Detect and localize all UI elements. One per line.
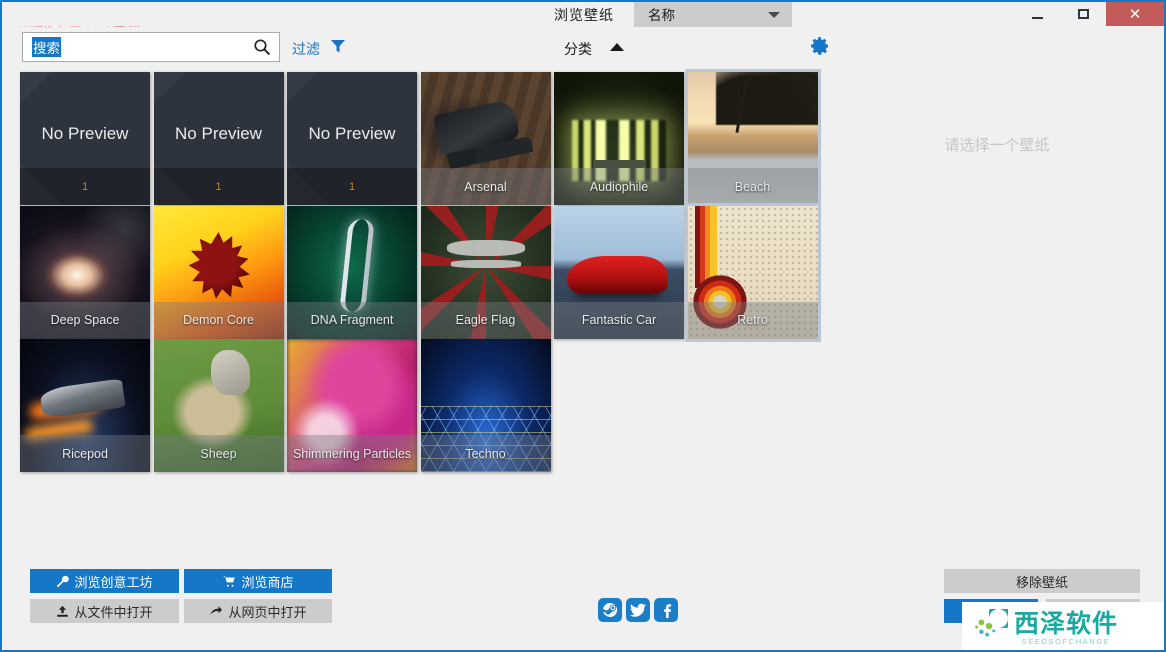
wallpaper-tile-caption: Sheep xyxy=(154,435,284,472)
wallpaper-tile[interactable]: No Preview 1 xyxy=(20,72,150,205)
search-icon[interactable] xyxy=(253,38,271,56)
wallpaper-tile-caption: Arsenal xyxy=(421,168,551,205)
wallpaper-tile[interactable]: No Preview 1 xyxy=(287,72,417,205)
no-preview-label: No Preview xyxy=(154,124,284,144)
social-links xyxy=(598,598,678,622)
filter-link[interactable]: 过滤 xyxy=(292,39,320,59)
wallpaper-tile-caption: 1 xyxy=(20,168,150,205)
browse-store-button[interactable]: 浏览商店 xyxy=(184,569,332,593)
title-bar: 浏览壁纸 ✕ xyxy=(2,2,1164,26)
wallpaper-tile[interactable]: Shimmering Particles xyxy=(287,339,417,472)
wallpaper-tile[interactable]: Retro xyxy=(688,206,818,339)
open-from-file-button[interactable]: 从文件中打开 xyxy=(30,599,179,623)
browse-workshop-label: 浏览创意工坊 xyxy=(74,572,152,591)
wallpaper-tile-caption: DNA Fragment xyxy=(287,302,417,339)
wallpaper-tile[interactable]: Beach xyxy=(688,72,818,205)
window-controls: ✕ xyxy=(1014,2,1164,26)
cart-icon xyxy=(222,575,236,588)
wallpaper-tile[interactable]: Eagle Flag xyxy=(421,206,551,339)
wallpaper-tile[interactable]: Ricepod xyxy=(20,339,150,472)
browse-workshop-button[interactable]: 浏览创意工坊 xyxy=(30,569,179,593)
search-input[interactable]: 搜索 xyxy=(22,32,280,62)
toolbar: 搜索 过滤 分类 名称 xyxy=(2,30,1164,66)
maximize-button[interactable] xyxy=(1060,2,1106,26)
wallpaper-tile-caption: 1 xyxy=(154,168,284,205)
sort-ascending-arrow[interactable] xyxy=(610,43,624,51)
wallpaper-engine-window: ✔Steam 不可用。 从缓存中载入 0 个壁纸。 浏览壁纸 ✕ 搜索 过滤 分… xyxy=(0,0,1166,652)
remove-wallpaper-button[interactable]: 移除壁纸 xyxy=(944,569,1140,593)
funnel-icon[interactable] xyxy=(330,38,346,54)
wallpaper-tile[interactable]: Demon Core xyxy=(154,206,284,339)
wallpaper-tile[interactable]: Arsenal xyxy=(421,72,551,205)
search-input-value: 搜索 xyxy=(32,37,61,57)
watermark-en: SEEDSOFCHANGE xyxy=(1014,637,1118,646)
open-from-file-label: 从文件中打开 xyxy=(74,602,152,621)
browse-store-label: 浏览商店 xyxy=(241,572,293,591)
wallpaper-tile[interactable]: Audiophile xyxy=(554,72,684,205)
wallpaper-tile-caption: Audiophile xyxy=(554,168,684,205)
steam-icon[interactable] xyxy=(598,598,622,622)
wallpaper-tile-caption: Ricepod xyxy=(20,435,150,472)
wallpaper-tile[interactable]: Techno xyxy=(421,339,551,472)
upload-icon xyxy=(56,605,69,618)
wallpaper-grid: No Preview1No Preview1No Preview1Arsenal… xyxy=(20,72,820,492)
no-preview-label: No Preview xyxy=(20,124,150,144)
open-from-web-label: 从网页中打开 xyxy=(228,602,306,621)
preview-empty-text: 请选择一个壁纸 xyxy=(832,134,1162,155)
minimize-icon xyxy=(1032,17,1043,19)
wallpaper-tile-caption: Retro xyxy=(688,302,818,339)
wallpaper-tile[interactable]: Sheep xyxy=(154,339,284,472)
preview-panel: 请选择一个壁纸 xyxy=(832,72,1162,552)
wallpaper-tile[interactable]: Deep Space xyxy=(20,206,150,339)
arrow-curve-icon xyxy=(209,605,223,618)
sort-field-select[interactable]: 名称 xyxy=(634,1,792,27)
gear-icon[interactable] xyxy=(810,36,830,56)
wallpaper-tile[interactable]: DNA Fragment xyxy=(287,206,417,339)
close-button[interactable]: ✕ xyxy=(1106,2,1164,26)
watermark-overlay: 西泽软件 SEEDSOFCHANGE xyxy=(962,602,1166,652)
minimize-button[interactable] xyxy=(1014,2,1060,26)
wallpaper-tile-caption: Techno xyxy=(421,435,551,472)
wallpaper-tile-caption: Eagle Flag xyxy=(421,302,551,339)
close-icon: ✕ xyxy=(1129,7,1142,22)
facebook-icon[interactable] xyxy=(654,598,678,622)
wallpaper-tile-caption: Deep Space xyxy=(20,302,150,339)
wallpaper-tile-caption: Shimmering Particles xyxy=(287,435,417,472)
wallpaper-tile-caption: Fantastic Car xyxy=(554,302,684,339)
watermark-text: 西泽软件 SEEDSOFCHANGE xyxy=(1014,611,1118,646)
remove-wallpaper-label: 移除壁纸 xyxy=(1016,572,1068,591)
wallpaper-tile[interactable]: Fantastic Car xyxy=(554,206,684,339)
watermark-logo-icon xyxy=(970,609,1008,647)
wallpaper-tile[interactable]: No Preview 1 xyxy=(154,72,284,205)
wallpaper-tile-caption: 1 xyxy=(287,168,417,205)
twitter-icon[interactable] xyxy=(626,598,650,622)
window-title: 浏览壁纸 xyxy=(554,5,614,25)
wallpaper-tile-caption: Beach xyxy=(688,168,818,205)
chevron-down-icon xyxy=(768,12,780,18)
open-from-web-button[interactable]: 从网页中打开 xyxy=(184,599,332,623)
wallpaper-tile-caption: Demon Core xyxy=(154,302,284,339)
wrench-icon xyxy=(56,575,69,588)
watermark-cn: 西泽软件 xyxy=(1014,611,1118,637)
sort-field-value: 名称 xyxy=(648,4,675,24)
sort-label: 分类 xyxy=(564,39,592,59)
maximize-icon xyxy=(1078,9,1089,19)
no-preview-label: No Preview xyxy=(287,124,417,144)
